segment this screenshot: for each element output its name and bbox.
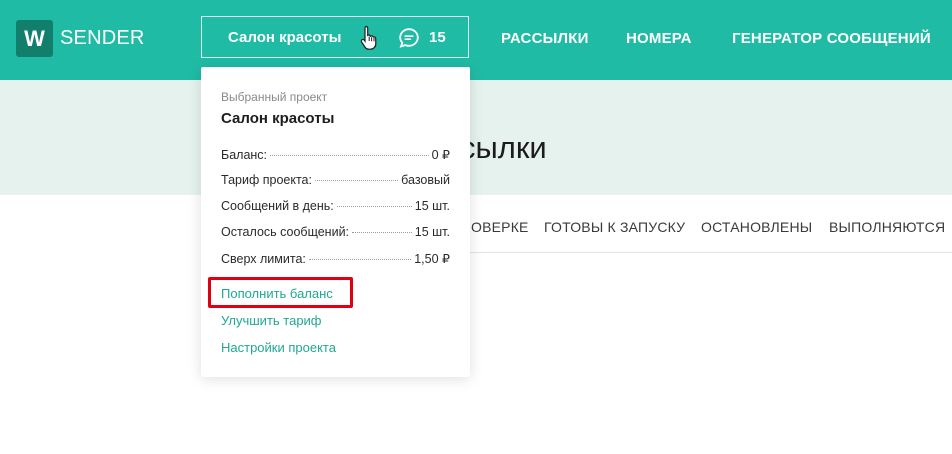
row-label: Осталось сообщений: — [221, 225, 350, 239]
nav-numbers[interactable]: НОМЕРА — [626, 30, 692, 47]
dot-leader — [270, 155, 429, 156]
row-value: 15 шт. — [414, 199, 450, 213]
highlight-box — [208, 277, 353, 308]
tab-running[interactable]: ВЫПОЛНЯЮТСЯ — [829, 219, 945, 235]
row-label: Сообщений в день: — [221, 199, 334, 213]
project-settings-link[interactable]: Настройки проекта — [221, 340, 336, 355]
dot-leader — [308, 259, 412, 260]
page-title: сылки — [460, 130, 547, 165]
tab-stopped[interactable]: ОСТАНОВЛЕНЫ — [701, 219, 812, 235]
messages-count: 15 — [429, 29, 446, 46]
row-label: Баланс: — [221, 148, 268, 162]
row-value: 0 ₽ — [431, 148, 450, 162]
logo-text: SENDER — [60, 27, 145, 49]
info-row-balance: Баланс: 0 ₽ — [221, 147, 450, 162]
row-value: 1,50 ₽ — [414, 252, 450, 266]
dot-leader — [352, 232, 412, 233]
nav-mailings[interactable]: РАССЫЛКИ — [501, 30, 589, 47]
logo[interactable]: W SENDER — [16, 20, 145, 57]
tabs-divider — [470, 252, 952, 253]
logo-badge: W — [16, 20, 53, 57]
top-navbar: W SENDER Салон красоты 15 РАССЫЛКИ НОМЕР… — [0, 0, 952, 80]
info-row-messages-left: Осталось сообщений: 15 шт. — [221, 225, 450, 239]
upgrade-tariff-link[interactable]: Улучшить тариф — [221, 313, 322, 328]
dropdown-title: Салон красоты — [221, 110, 335, 127]
nav-message-generator[interactable]: ГЕНЕРАТОР СООБЩЕНИЙ — [732, 30, 931, 47]
info-row-over-limit: Сверх лимита: 1,50 ₽ — [221, 251, 450, 266]
dropdown-subtitle: Выбранный проект — [221, 90, 328, 104]
row-label: Сверх лимита: — [221, 252, 306, 266]
project-dropdown: Выбранный проект Салон красоты Баланс: 0… — [201, 67, 470, 377]
dot-leader — [336, 206, 412, 207]
dot-leader — [314, 180, 399, 181]
chat-bubble-icon — [398, 27, 420, 54]
project-name: Салон красоты — [228, 28, 342, 46]
info-row-tariff: Тариф проекта: базовый — [221, 173, 450, 187]
row-value: базовый — [401, 173, 450, 187]
info-row-messages-per-day: Сообщений в день: 15 шт. — [221, 199, 450, 213]
project-selector-button[interactable]: Салон красоты 15 — [201, 16, 469, 58]
hand-pointer-icon — [360, 25, 380, 56]
tab-ready-to-launch[interactable]: ГОТОВЫ К ЗАПУСКУ — [544, 219, 685, 235]
row-value: 15 шт. — [414, 225, 450, 239]
tab-on-review[interactable]: ОВЕРКЕ — [471, 219, 529, 235]
row-label: Тариф проекта: — [221, 173, 312, 187]
